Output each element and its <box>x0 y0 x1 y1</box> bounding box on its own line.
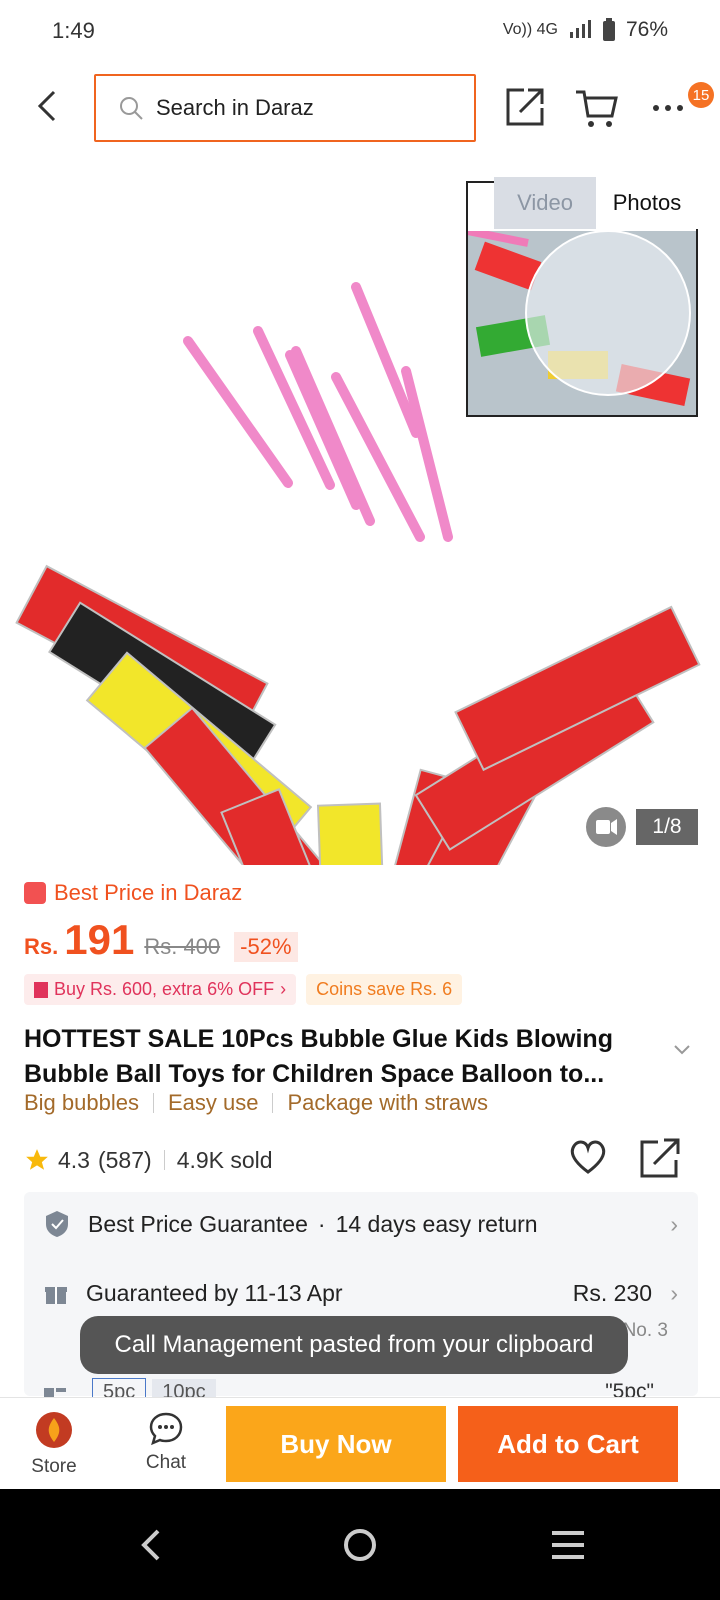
clipboard-toast: Call Management pasted from your clipboa… <box>80 1316 628 1374</box>
gift-icon <box>45 1286 67 1304</box>
clock: 1:49 <box>52 18 95 43</box>
discount-badge: -52% <box>234 932 298 962</box>
chevron-down-icon[interactable] <box>672 1042 692 1058</box>
delivery-price: Rs. 230 <box>572 1280 652 1306</box>
chat-button[interactable]: Chat <box>126 1410 206 1474</box>
nav-back-icon[interactable] <box>136 1525 166 1565</box>
guarantee-text: Best Price Guarantee <box>88 1210 308 1237</box>
battery-icon <box>602 18 615 41</box>
share-icon[interactable] <box>638 1136 682 1180</box>
nav-menu-icon[interactable] <box>548 1527 588 1563</box>
battery-level: 76% <box>625 18 668 41</box>
search-icon <box>120 97 143 120</box>
cart-icon[interactable] <box>572 82 622 132</box>
star-icon <box>26 1149 48 1170</box>
nav-home-icon[interactable] <box>340 1525 380 1565</box>
chevron-right-icon: › <box>280 979 287 999</box>
original-price: Rs. 400 <box>144 934 221 959</box>
wishlist-heart-icon[interactable] <box>566 1136 610 1176</box>
tag-item: Easy use <box>167 1090 259 1115</box>
product-gallery[interactable]: Video Photos 1/8 <box>0 165 720 865</box>
add-to-cart-button[interactable]: Add to Cart <box>458 1406 678 1482</box>
current-price: 191 <box>64 916 135 963</box>
signal-icon <box>569 20 591 38</box>
delivery-date: Guaranteed by 11-13 Apr <box>86 1280 343 1306</box>
back-arrow-icon[interactable] <box>28 86 68 126</box>
top-bar: Search in Daraz 15 <box>0 62 720 152</box>
return-policy: 14 days easy return <box>335 1210 538 1237</box>
promo-coins[interactable]: Coins save Rs. 6 <box>306 974 463 1005</box>
variant-icon <box>44 1387 66 1398</box>
image-counter: 1/8 <box>636 809 698 845</box>
best-price-label: Best Price in Daraz <box>24 880 696 906</box>
chat-icon <box>149 1412 183 1446</box>
store-logo-icon <box>36 1412 72 1448</box>
feature-tags: Big bubbles Easy use Package with straws <box>24 1090 488 1116</box>
search-placeholder: Search in Daraz <box>156 95 314 120</box>
network-indicator: Vo)) 4G <box>502 21 558 38</box>
buy-now-button[interactable]: Buy Now <box>226 1406 446 1482</box>
search-input[interactable]: Search in Daraz <box>94 74 476 142</box>
promos: Buy Rs. 600, extra 6% OFF › Coins save R… <box>24 974 696 1005</box>
chevron-right-icon: › <box>670 1210 678 1237</box>
tab-photos[interactable]: Photos <box>596 177 698 229</box>
rating-value: 4.3 <box>58 1146 90 1173</box>
notification-badge: 15 <box>688 82 714 108</box>
tag-item: Big bubbles <box>24 1090 139 1115</box>
store-button[interactable]: Store <box>14 1410 94 1478</box>
price-section: Best Price in Daraz Rs. 191 Rs. 400 -52%… <box>24 880 696 1005</box>
system-nav-bar <box>0 1489 720 1600</box>
share-icon[interactable] <box>500 82 550 132</box>
status-bar: 1:49 Vo)) 4G 76% <box>0 0 720 62</box>
voucher-icon <box>34 981 48 998</box>
review-count: (587) <box>97 1146 152 1173</box>
currency: Rs. <box>24 934 59 959</box>
price-row: Rs. 191 Rs. 400 -52% <box>24 916 696 964</box>
promo-voucher[interactable]: Buy Rs. 600, extra 6% OFF › <box>24 974 297 1005</box>
delivery-row[interactable]: Guaranteed by 11-13 Apr Rs. 230 › <box>44 1280 678 1307</box>
shield-icon <box>46 1211 68 1237</box>
tab-video[interactable]: Video <box>494 177 596 229</box>
chevron-right-icon: › <box>670 1280 678 1306</box>
best-price-icon <box>24 882 46 904</box>
media-tabs: Video Photos <box>494 177 698 229</box>
sold-count: 4.9K sold <box>176 1146 273 1173</box>
bottom-action-bar: Store Chat Buy Now Add to Cart <box>0 1397 720 1489</box>
guarantee-row[interactable]: Best Price Guarantee · 14 days easy retu… <box>44 1210 678 1238</box>
tag-item: Package with straws <box>287 1090 489 1115</box>
video-play-icon[interactable] <box>586 807 626 847</box>
thumbnail-image[interactable] <box>468 231 696 415</box>
product-title[interactable]: HOTTEST SALE 10Pcs Bubble Glue Kids Blow… <box>24 1022 654 1092</box>
